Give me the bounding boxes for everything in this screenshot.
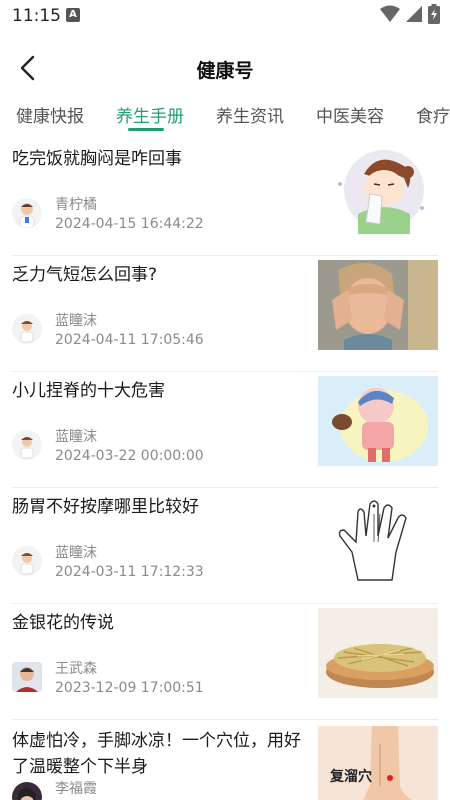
- article-item[interactable]: 肠胃不好按摩哪里比较好 蓝瞳沫 2024-03-11 17:12:33: [12, 488, 438, 604]
- author-name: 李福霞: [55, 781, 97, 797]
- status-icons: [380, 4, 440, 24]
- status-bar: 11:15 A: [0, 0, 450, 32]
- active-tab-indicator: [128, 128, 164, 131]
- author-avatar: [12, 314, 42, 344]
- article-item[interactable]: 体虚怕冷，手脚冰凉！一个穴位，用好了温暖整个下半身 李福霞 复溜穴: [12, 720, 438, 800]
- author-avatar: [12, 546, 42, 576]
- tab-wellness-handbook[interactable]: 养生手册: [116, 102, 184, 127]
- author-avatar: [12, 198, 42, 228]
- author-name: 王武森: [55, 661, 97, 677]
- page-title: 健康号: [196, 60, 254, 82]
- tab-tcm-beauty[interactable]: 中医美容: [316, 102, 384, 127]
- article-thumbnail: [318, 492, 438, 582]
- tab-wellness-info[interactable]: 养生资讯: [216, 102, 284, 127]
- article-title: 吃完饭就胸闷是咋回事: [12, 149, 182, 169]
- app-header: 健康号: [0, 44, 450, 94]
- acupoint-label: 复溜穴: [330, 769, 372, 785]
- author-name: 青柠橘: [55, 197, 97, 213]
- article-thumbnail: [318, 376, 438, 466]
- article-thumbnail: [318, 260, 438, 350]
- signal-icon: [406, 6, 422, 22]
- battery-icon: [428, 4, 440, 24]
- article-title: 体虚怕冷，手脚冰凉！一个穴位，用好了温暖整个下半身: [12, 731, 301, 777]
- article-title: 金银花的传说: [12, 613, 114, 633]
- publish-date: 2024-04-15 16:44:22: [55, 216, 204, 232]
- publish-date: 2024-03-22 00:00:00: [55, 448, 204, 464]
- author-avatar: [12, 430, 42, 460]
- article-item[interactable]: 金银花的传说 王武森 2023-12-09 17:00:51: [12, 604, 438, 720]
- author-name: 蓝瞳沫: [55, 313, 97, 329]
- wifi-icon: [380, 5, 400, 22]
- article-thumbnail: [318, 608, 438, 698]
- publish-date: 2023-12-09 17:00:51: [55, 680, 204, 696]
- article-item[interactable]: 乏力气短怎么回事? 蓝瞳沫 2024-04-11 17:05:46: [12, 256, 438, 372]
- article-thumbnail: [318, 144, 438, 234]
- article-title: 小儿捏脊的十大危害: [12, 381, 165, 401]
- publish-date: 2024-04-11 17:05:46: [55, 332, 204, 348]
- author-avatar: [12, 782, 42, 800]
- article-item[interactable]: 吃完饭就胸闷是咋回事 青柠橘 2024-04-15 16:44:22: [12, 140, 438, 256]
- publish-date: 2024-03-11 17:12:33: [55, 564, 204, 580]
- notification-a-icon: A: [66, 8, 80, 22]
- author-avatar: [12, 662, 42, 692]
- author-name: 蓝瞳沫: [55, 429, 97, 445]
- category-tabs: 健康快报 养生手册 养生资讯 中医美容 食疗: [0, 98, 450, 138]
- tab-food-therapy[interactable]: 食疗: [416, 102, 450, 127]
- status-time: 11:15: [12, 6, 61, 26]
- article-title: 肠胃不好按摩哪里比较好: [12, 497, 199, 517]
- tab-health-news[interactable]: 健康快报: [16, 102, 84, 127]
- article-item[interactable]: 小儿捏脊的十大危害 蓝瞳沫 2024-03-22 00:00:00: [12, 372, 438, 488]
- article-thumbnail: 复溜穴: [318, 726, 438, 800]
- author-name: 蓝瞳沫: [55, 545, 97, 561]
- article-title: 乏力气短怎么回事?: [12, 265, 158, 285]
